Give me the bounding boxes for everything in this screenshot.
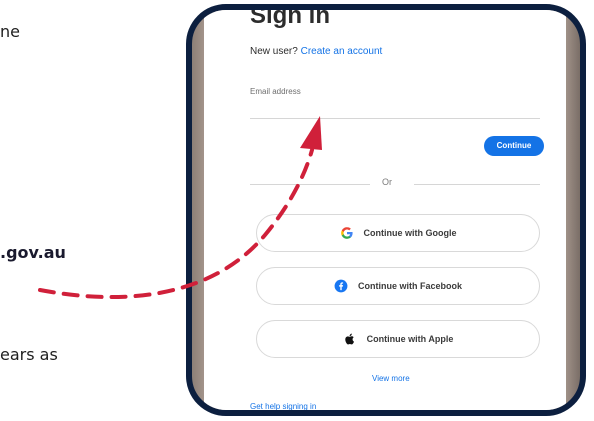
apple-button-label: Continue with Apple — [366, 334, 454, 344]
continue-with-apple-button[interactable]: Continue with Apple — [256, 320, 540, 358]
continue-with-facebook-button[interactable]: Continue with Facebook — [256, 267, 540, 305]
new-user-text: New user? — [250, 46, 298, 57]
create-account-link[interactable]: Create an account — [301, 46, 383, 57]
continue-button[interactable]: Continue — [484, 136, 544, 156]
or-separator: Or — [382, 177, 392, 187]
continue-with-google-button[interactable]: Continue with Google — [256, 214, 540, 252]
divider-right — [414, 184, 540, 185]
new-user-row: New user? Create an account — [250, 46, 382, 57]
partial-text-top: ne — [0, 22, 20, 41]
partial-text-bottom: ears as — [0, 345, 58, 364]
apple-icon — [343, 332, 357, 346]
signin-card: Sign in New user? Create an account Emai… — [204, 4, 566, 410]
get-help-link[interactable]: Get help signing in — [250, 402, 316, 410]
view-more-link[interactable]: View more — [372, 374, 410, 383]
google-button-label: Continue with Google — [363, 228, 457, 238]
email-field[interactable] — [250, 118, 540, 119]
email-label: Email address — [250, 87, 301, 96]
google-icon — [340, 226, 354, 240]
facebook-icon — [334, 279, 348, 293]
facebook-button-label: Continue with Facebook — [357, 281, 462, 291]
page-title: Sign in — [250, 4, 330, 29]
partial-domain-text: .gov.au — [0, 243, 66, 262]
screenshot-frame: Sign in New user? Create an account Emai… — [186, 4, 586, 416]
divider-left — [250, 184, 370, 185]
